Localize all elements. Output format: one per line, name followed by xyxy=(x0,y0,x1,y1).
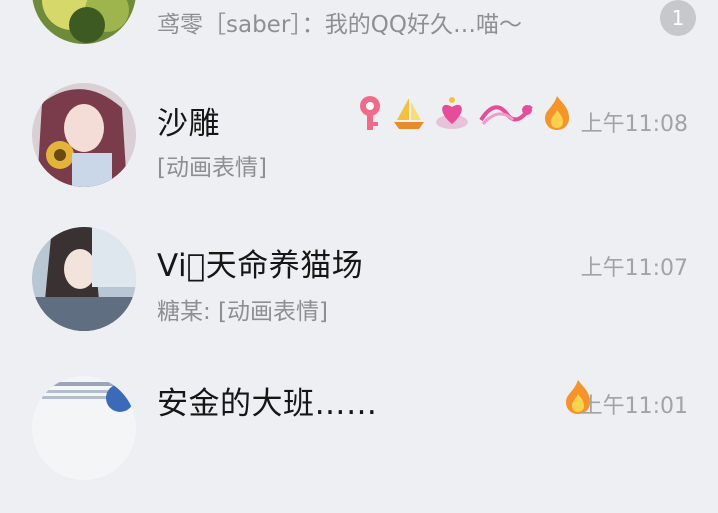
chat-name: Vi゙天命养猫场 xyxy=(157,248,364,284)
message-preview: 鸢零［saber］：我的QQ好久…喵～ xyxy=(157,12,522,38)
message-time: 上午11:01 xyxy=(580,394,688,419)
sailboat-badge-icon xyxy=(394,98,424,129)
avatar-image xyxy=(32,227,136,331)
cupid-badge-icon xyxy=(479,104,533,126)
avatar-image xyxy=(32,0,136,44)
avatar[interactable] xyxy=(32,83,136,187)
key-badge-icon xyxy=(360,96,380,130)
message-preview: 糖某: [动画表情] xyxy=(157,299,329,325)
message-time: 上午11:07 xyxy=(580,256,688,281)
status-badges xyxy=(355,94,573,132)
avatar-image xyxy=(32,83,136,187)
chat-row-3[interactable]: Vi゙天命养猫场 上午11:07 糖某: [动画表情] xyxy=(0,224,718,369)
avatar[interactable] xyxy=(32,227,136,331)
chat-row-2[interactable]: 沙雕 上午11:08 [动画表情] xyxy=(0,80,718,225)
unread-count-badge: 1 xyxy=(660,0,696,36)
avatar-image xyxy=(32,376,136,480)
chat-row-4[interactable]: 安金的大班…… 上午11:01 xyxy=(0,368,718,513)
chat-name: 安金的大班…… xyxy=(157,386,378,422)
chat-name: 沙雕 xyxy=(157,106,220,142)
message-time: 上午11:08 xyxy=(580,112,688,137)
avatar[interactable] xyxy=(32,0,136,44)
chat-row-1[interactable]: 鸢零［saber］：我的QQ好久…喵～ 1 xyxy=(0,0,718,85)
fire-badge-icon xyxy=(545,96,569,130)
heart-badge-icon xyxy=(436,97,468,129)
avatar[interactable] xyxy=(32,376,136,480)
message-preview: [动画表情] xyxy=(157,155,267,181)
